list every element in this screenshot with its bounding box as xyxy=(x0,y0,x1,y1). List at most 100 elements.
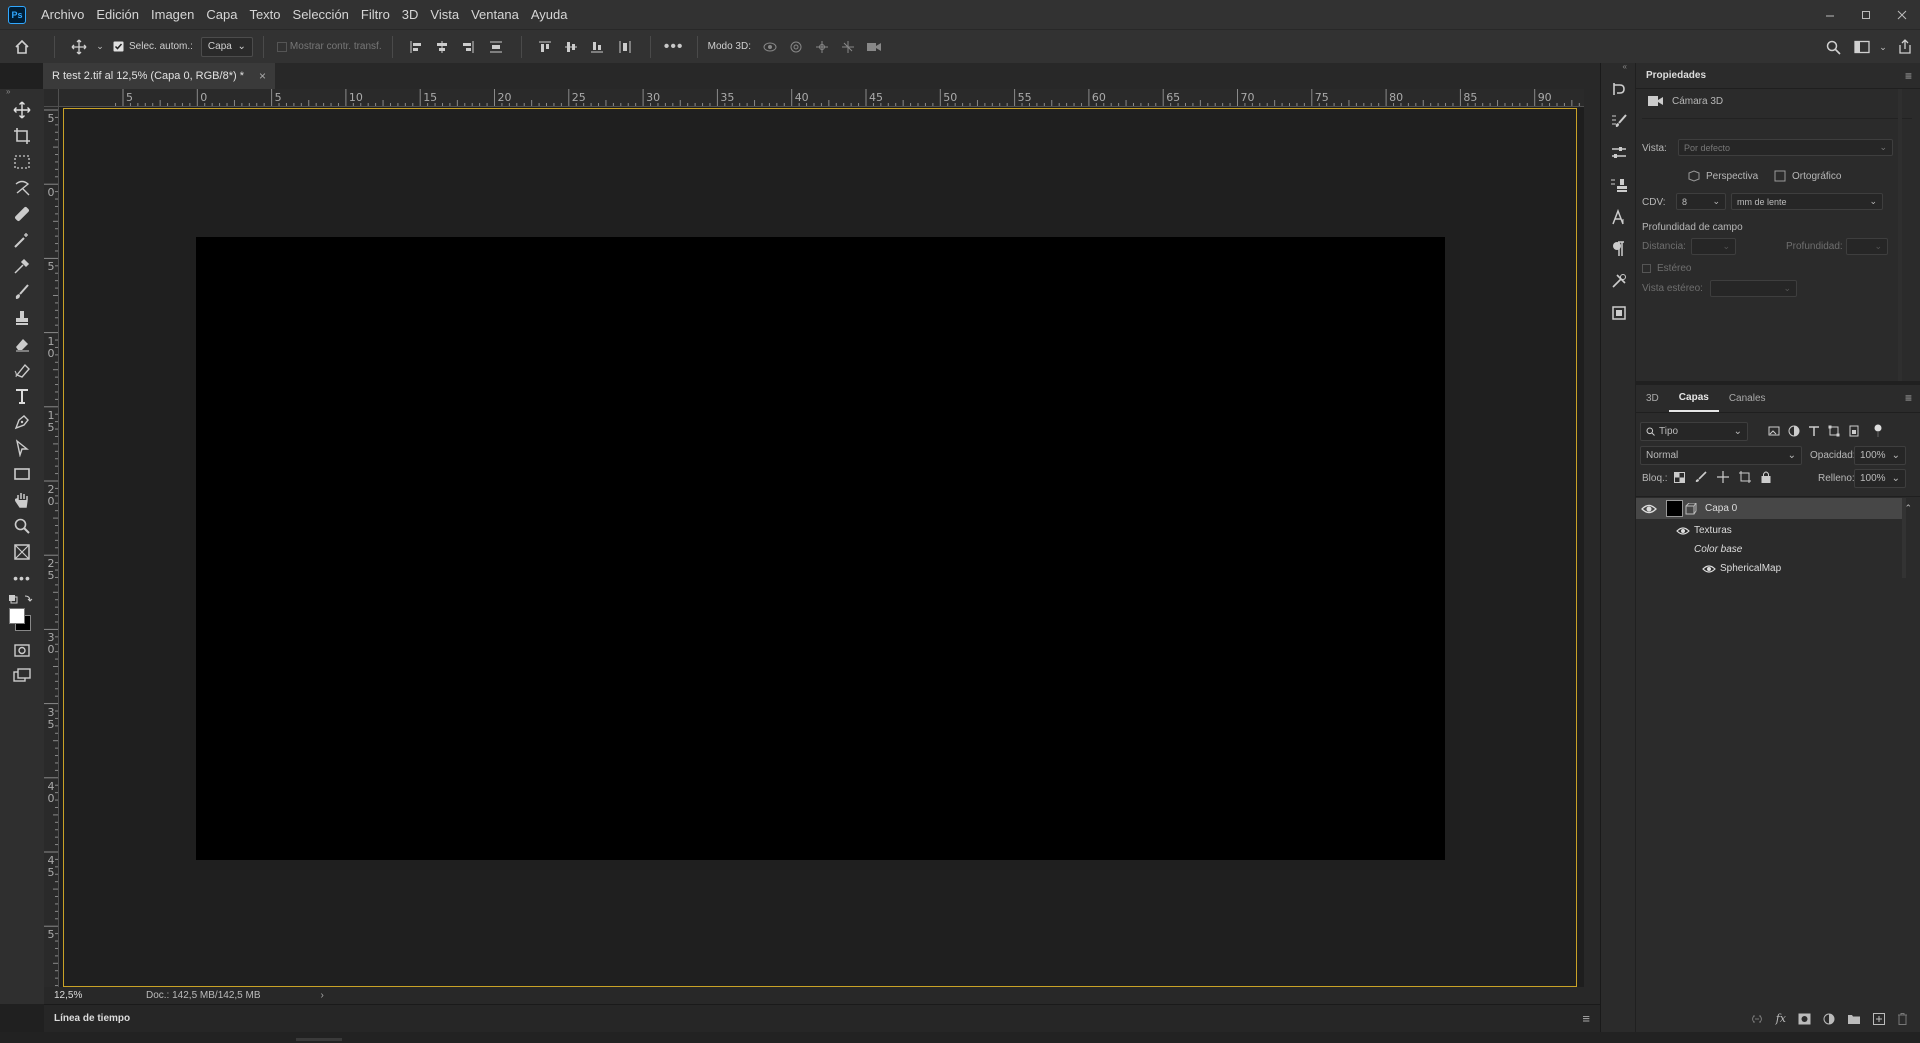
delete-layer-icon[interactable] xyxy=(1897,1012,1908,1025)
pen-tool-icon[interactable] xyxy=(0,409,44,435)
view-dropdown[interactable]: Por defecto ⌄ xyxy=(1678,139,1893,156)
crop-tool-icon[interactable] xyxy=(0,123,44,149)
stereo-view-dropdown[interactable]: ⌄ xyxy=(1710,280,1797,297)
menu-edicion[interactable]: Edición xyxy=(90,0,145,29)
lock-position-icon[interactable] xyxy=(1717,471,1729,483)
paragraph-panel-icon[interactable] xyxy=(1601,233,1636,265)
magic-wand-icon[interactable] xyxy=(0,227,44,253)
new-group-icon[interactable] xyxy=(1847,1013,1861,1025)
perspective-option[interactable]: Perspectiva xyxy=(1688,170,1758,182)
visibility-eye-icon[interactable] xyxy=(1676,524,1690,538)
close-tab-icon[interactable]: × xyxy=(259,69,266,83)
align-bottom-icon[interactable] xyxy=(584,35,610,59)
document-tab[interactable]: R test 2.tif al 12,5% (Capa 0, RGB/8*) *… xyxy=(43,63,275,89)
pan-3d-icon[interactable] xyxy=(809,35,835,59)
depth-input[interactable]: ⌄ xyxy=(1846,238,1888,255)
zoom-level[interactable]: 12,5% xyxy=(44,990,84,1001)
brush-tool-icon[interactable] xyxy=(0,279,44,305)
quick-mask-icon[interactable] xyxy=(0,637,44,663)
menu-imagen[interactable]: Imagen xyxy=(145,0,200,29)
marquee-tool-icon[interactable] xyxy=(0,149,44,175)
screen-mode-icon[interactable] xyxy=(0,663,44,689)
distribute-horizontal-icon[interactable] xyxy=(610,35,640,59)
gradient-tool-icon[interactable] xyxy=(0,357,44,383)
photoshop-logo-icon[interactable]: Ps xyxy=(8,5,26,24)
type-filter-icon[interactable] xyxy=(1808,425,1820,437)
layer-row-color-base[interactable]: Color base xyxy=(1636,540,1906,559)
menu-filtro[interactable]: Filtro xyxy=(355,0,396,29)
align-center-horizontal-icon[interactable] xyxy=(429,35,455,59)
lock-artboard-icon[interactable] xyxy=(1739,471,1751,483)
properties-scrollbar[interactable] xyxy=(1898,89,1902,381)
adjustments-icon[interactable] xyxy=(1601,137,1636,169)
layer-row-sphericalmap[interactable]: SphericalMap xyxy=(1636,559,1906,578)
brush-settings-icon[interactable] xyxy=(1601,105,1636,137)
character-panel-icon[interactable] xyxy=(1601,201,1636,233)
path-selection-icon[interactable] xyxy=(0,435,44,461)
shape-filter-icon[interactable] xyxy=(1828,425,1840,437)
chevron-down-icon[interactable]: ⌄ xyxy=(93,35,107,59)
3d-material-icon[interactable] xyxy=(1601,297,1636,329)
tab-canales[interactable]: Canales xyxy=(1719,386,1776,412)
minimize-button[interactable] xyxy=(1812,0,1848,29)
fill-input[interactable]: 100% ⌄ xyxy=(1854,469,1906,488)
layer-mask-icon[interactable] xyxy=(1798,1013,1811,1025)
healing-brush-icon[interactable] xyxy=(0,201,44,227)
layers-scrollbar[interactable] xyxy=(1902,498,1906,578)
properties-title[interactable]: Propiedades xyxy=(1646,70,1706,81)
zoom-tool-icon[interactable] xyxy=(0,513,44,539)
chevron-right-icon[interactable]: › xyxy=(321,990,324,1001)
distance-input[interactable]: ⌄ xyxy=(1691,238,1736,255)
layer-filter-dropdown[interactable]: Tipo ⌄ xyxy=(1640,422,1748,441)
new-adjustment-icon[interactable] xyxy=(1823,1013,1835,1025)
link-layers-icon[interactable] xyxy=(1750,1013,1764,1025)
hand-tool-icon[interactable] xyxy=(0,487,44,513)
ruler-origin[interactable] xyxy=(44,89,59,107)
panel-menu-icon[interactable]: ≡ xyxy=(1905,69,1912,83)
menu-capa[interactable]: Capa xyxy=(200,0,243,29)
visibility-eye-icon[interactable] xyxy=(1702,562,1716,576)
fx-icon[interactable]: fx xyxy=(1776,1012,1786,1025)
menu-ventana[interactable]: Ventana xyxy=(465,0,525,29)
rectangle-tool-icon[interactable] xyxy=(0,461,44,487)
move-tool-icon[interactable] xyxy=(0,97,44,123)
smart-object-filter-icon[interactable] xyxy=(1848,425,1860,437)
align-middle-vertical-icon[interactable] xyxy=(558,35,584,59)
resize-handle[interactable] xyxy=(296,1038,342,1041)
lock-transparency-icon[interactable] xyxy=(1674,471,1685,483)
lock-pixels-icon[interactable] xyxy=(1695,471,1707,483)
lasso-tool-icon[interactable] xyxy=(0,175,44,201)
menu-ayuda[interactable]: Ayuda xyxy=(525,0,574,29)
menu-vista[interactable]: Vista xyxy=(424,0,465,29)
blend-mode-dropdown[interactable]: Normal ⌄ xyxy=(1640,446,1802,465)
share-icon[interactable] xyxy=(1890,35,1920,59)
menu-3d[interactable]: 3D xyxy=(396,0,425,29)
eyedropper-icon[interactable] xyxy=(0,253,44,279)
distribute-vertical-icon[interactable] xyxy=(481,35,511,59)
align-right-icon[interactable] xyxy=(455,35,481,59)
chevron-down-icon[interactable]: ⌄ xyxy=(1876,35,1890,59)
auto-select-checkbox[interactable] xyxy=(107,35,129,59)
image-filter-icon[interactable] xyxy=(1768,425,1780,437)
layer-row-capa-0[interactable]: Capa 0 ⌃ xyxy=(1636,498,1912,520)
filter-toggle-icon[interactable] xyxy=(1868,424,1882,438)
clone-source-icon[interactable] xyxy=(1601,169,1636,201)
menu-seleccion[interactable]: Selección xyxy=(287,0,355,29)
more-options-icon[interactable]: ••• xyxy=(661,35,687,59)
edit-toolbar-icon[interactable]: ••• xyxy=(0,565,44,591)
foreground-color-swatch[interactable] xyxy=(9,608,25,624)
timeline-label[interactable]: Línea de tiempo xyxy=(44,1013,130,1024)
opacity-input[interactable]: 100% ⌄ xyxy=(1854,446,1906,465)
home-icon[interactable] xyxy=(0,35,44,59)
orthographic-option[interactable]: Ortográfico xyxy=(1774,170,1841,182)
tab-3d[interactable]: 3D xyxy=(1636,386,1669,412)
tool-presets-icon[interactable] xyxy=(1601,265,1636,297)
close-window-button[interactable] xyxy=(1884,0,1920,29)
adjustment-filter-icon[interactable] xyxy=(1788,425,1800,437)
video-camera-icon[interactable] xyxy=(861,35,887,59)
maximize-button[interactable] xyxy=(1848,0,1884,29)
frame-tool-icon[interactable] xyxy=(0,539,44,565)
new-layer-icon[interactable] xyxy=(1873,1012,1885,1025)
workspace-icon[interactable] xyxy=(1848,35,1876,59)
align-left-icon[interactable] xyxy=(403,35,429,59)
